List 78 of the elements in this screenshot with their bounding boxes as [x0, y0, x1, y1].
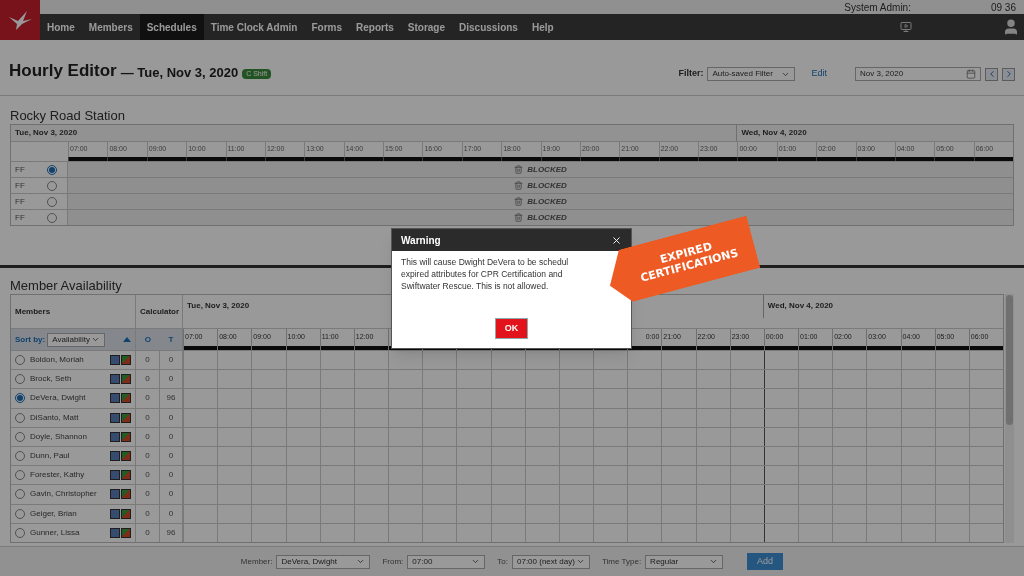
nav-tab[interactable]: Time Clock Admin	[203, 14, 305, 40]
clock-time: 09 36	[990, 0, 1016, 15]
field-label: Member:	[240, 555, 273, 568]
sort-label: Sort by:	[15, 333, 46, 346]
table-cell-text: 0	[144, 450, 151, 463]
nav-tab[interactable]: Help	[524, 14, 561, 40]
section-title: Rocky Road Station	[10, 108, 125, 124]
table-cell-text: 0	[144, 373, 151, 386]
member-name: DeVera, Dwight	[30, 392, 86, 405]
table-cell-text: 0	[144, 354, 151, 367]
table-cell: 0	[159, 370, 182, 389]
table-cell: 0	[159, 427, 182, 446]
nav-tab[interactable]: Members	[81, 14, 140, 40]
dropdown-field[interactable]: 07:00 (next day)	[512, 554, 590, 569]
row-label: FF	[15, 163, 25, 176]
table-cell: 0	[159, 485, 182, 504]
table-cell: 0	[159, 466, 182, 485]
member-name: Geiger, Brian	[30, 507, 77, 520]
nav-tab[interactable]: Home	[40, 14, 82, 40]
column-label: T	[168, 333, 174, 346]
ok-button[interactable]: OK	[494, 317, 529, 339]
blocked-bar: BLOCKED	[68, 210, 1013, 225]
table-cell: 96	[159, 389, 182, 408]
table-cell-text: 0	[144, 526, 151, 539]
table-cell-text: 0	[144, 488, 151, 501]
nav-tab[interactable]: Discussions	[452, 14, 525, 40]
dialog-title: Warning	[401, 233, 441, 248]
row-label: FF	[15, 211, 25, 224]
row-label: FF	[15, 179, 25, 192]
nav-tab[interactable]: Reports	[349, 14, 401, 40]
table-cell: 0	[159, 408, 182, 427]
dropdown-field[interactable]: DeVera, Dwight	[276, 554, 371, 569]
filter-select[interactable]: Auto-saved Filter	[707, 67, 796, 81]
admin-label: System Admin:	[844, 0, 911, 15]
table-cell-text: 0	[144, 392, 151, 405]
date-header: Tue, Nov 3, 2020	[11, 125, 738, 141]
nav-tab[interactable]: Schedules	[139, 14, 204, 40]
blocked-bar: BLOCKED	[68, 178, 1013, 193]
date-field[interactable]: Nov 3, 2020	[855, 67, 981, 81]
field-label: Time Type:	[602, 555, 642, 568]
member-name: Gunner, Lissa	[30, 526, 80, 539]
member-name: Brock, Seth	[30, 373, 72, 386]
table-cell: 0	[159, 504, 182, 523]
column-label: O	[144, 333, 151, 346]
dialog-message: This will cause Dwight DeVera to be schedul expired attributes for CPR Certification and Swiftwater Rescue. This is not allowed.	[401, 256, 569, 292]
table-cell: 0	[159, 446, 182, 466]
member-name: Doyle, Shannon	[30, 430, 87, 443]
member-name: Dunn, Paul	[30, 450, 70, 463]
page-date: — Tue, Nov 3, 2020	[120, 63, 239, 82]
column-header: Members	[11, 295, 136, 328]
table-cell-text: 0	[144, 507, 151, 520]
add-button[interactable]: Add	[747, 552, 784, 571]
dropdown-field[interactable]: 07:00	[407, 554, 486, 569]
sort-select[interactable]: Availability	[47, 332, 106, 347]
nav-tab[interactable]: Storage	[400, 14, 452, 40]
table-cell-text: 0	[144, 469, 151, 482]
member-name: Boldon, Moriah	[30, 354, 84, 367]
filter-label: Filter:	[678, 67, 704, 81]
field-label: From:	[382, 555, 404, 568]
nav-tab[interactable]: Forms	[304, 14, 349, 40]
date-header: Wed, Nov 4, 2020	[766, 300, 835, 313]
blocked-bar: BLOCKED	[68, 194, 1013, 209]
page-title: Hourly Editor	[9, 59, 117, 82]
table-cell: 0	[159, 351, 182, 370]
dropdown-field[interactable]: Regular	[645, 554, 724, 569]
table-cell-text: 0	[144, 411, 151, 424]
field-label: To:	[497, 555, 508, 568]
table-cell: 96	[159, 523, 182, 542]
member-name: Gavin, Christopher	[30, 488, 97, 501]
section-title: Member Availability	[10, 278, 122, 294]
blocked-bar: BLOCKED	[68, 162, 1013, 177]
row-label: FF	[15, 195, 25, 208]
table-cell-text: 0	[144, 430, 151, 443]
edit-link[interactable]: Edit	[811, 67, 827, 81]
date-header: Wed, Nov 4, 2020	[740, 127, 808, 139]
member-name: DiSanto, Matt	[30, 411, 79, 424]
column-header: Calculator	[136, 295, 183, 328]
member-name: Forester, Kathy	[30, 469, 85, 482]
